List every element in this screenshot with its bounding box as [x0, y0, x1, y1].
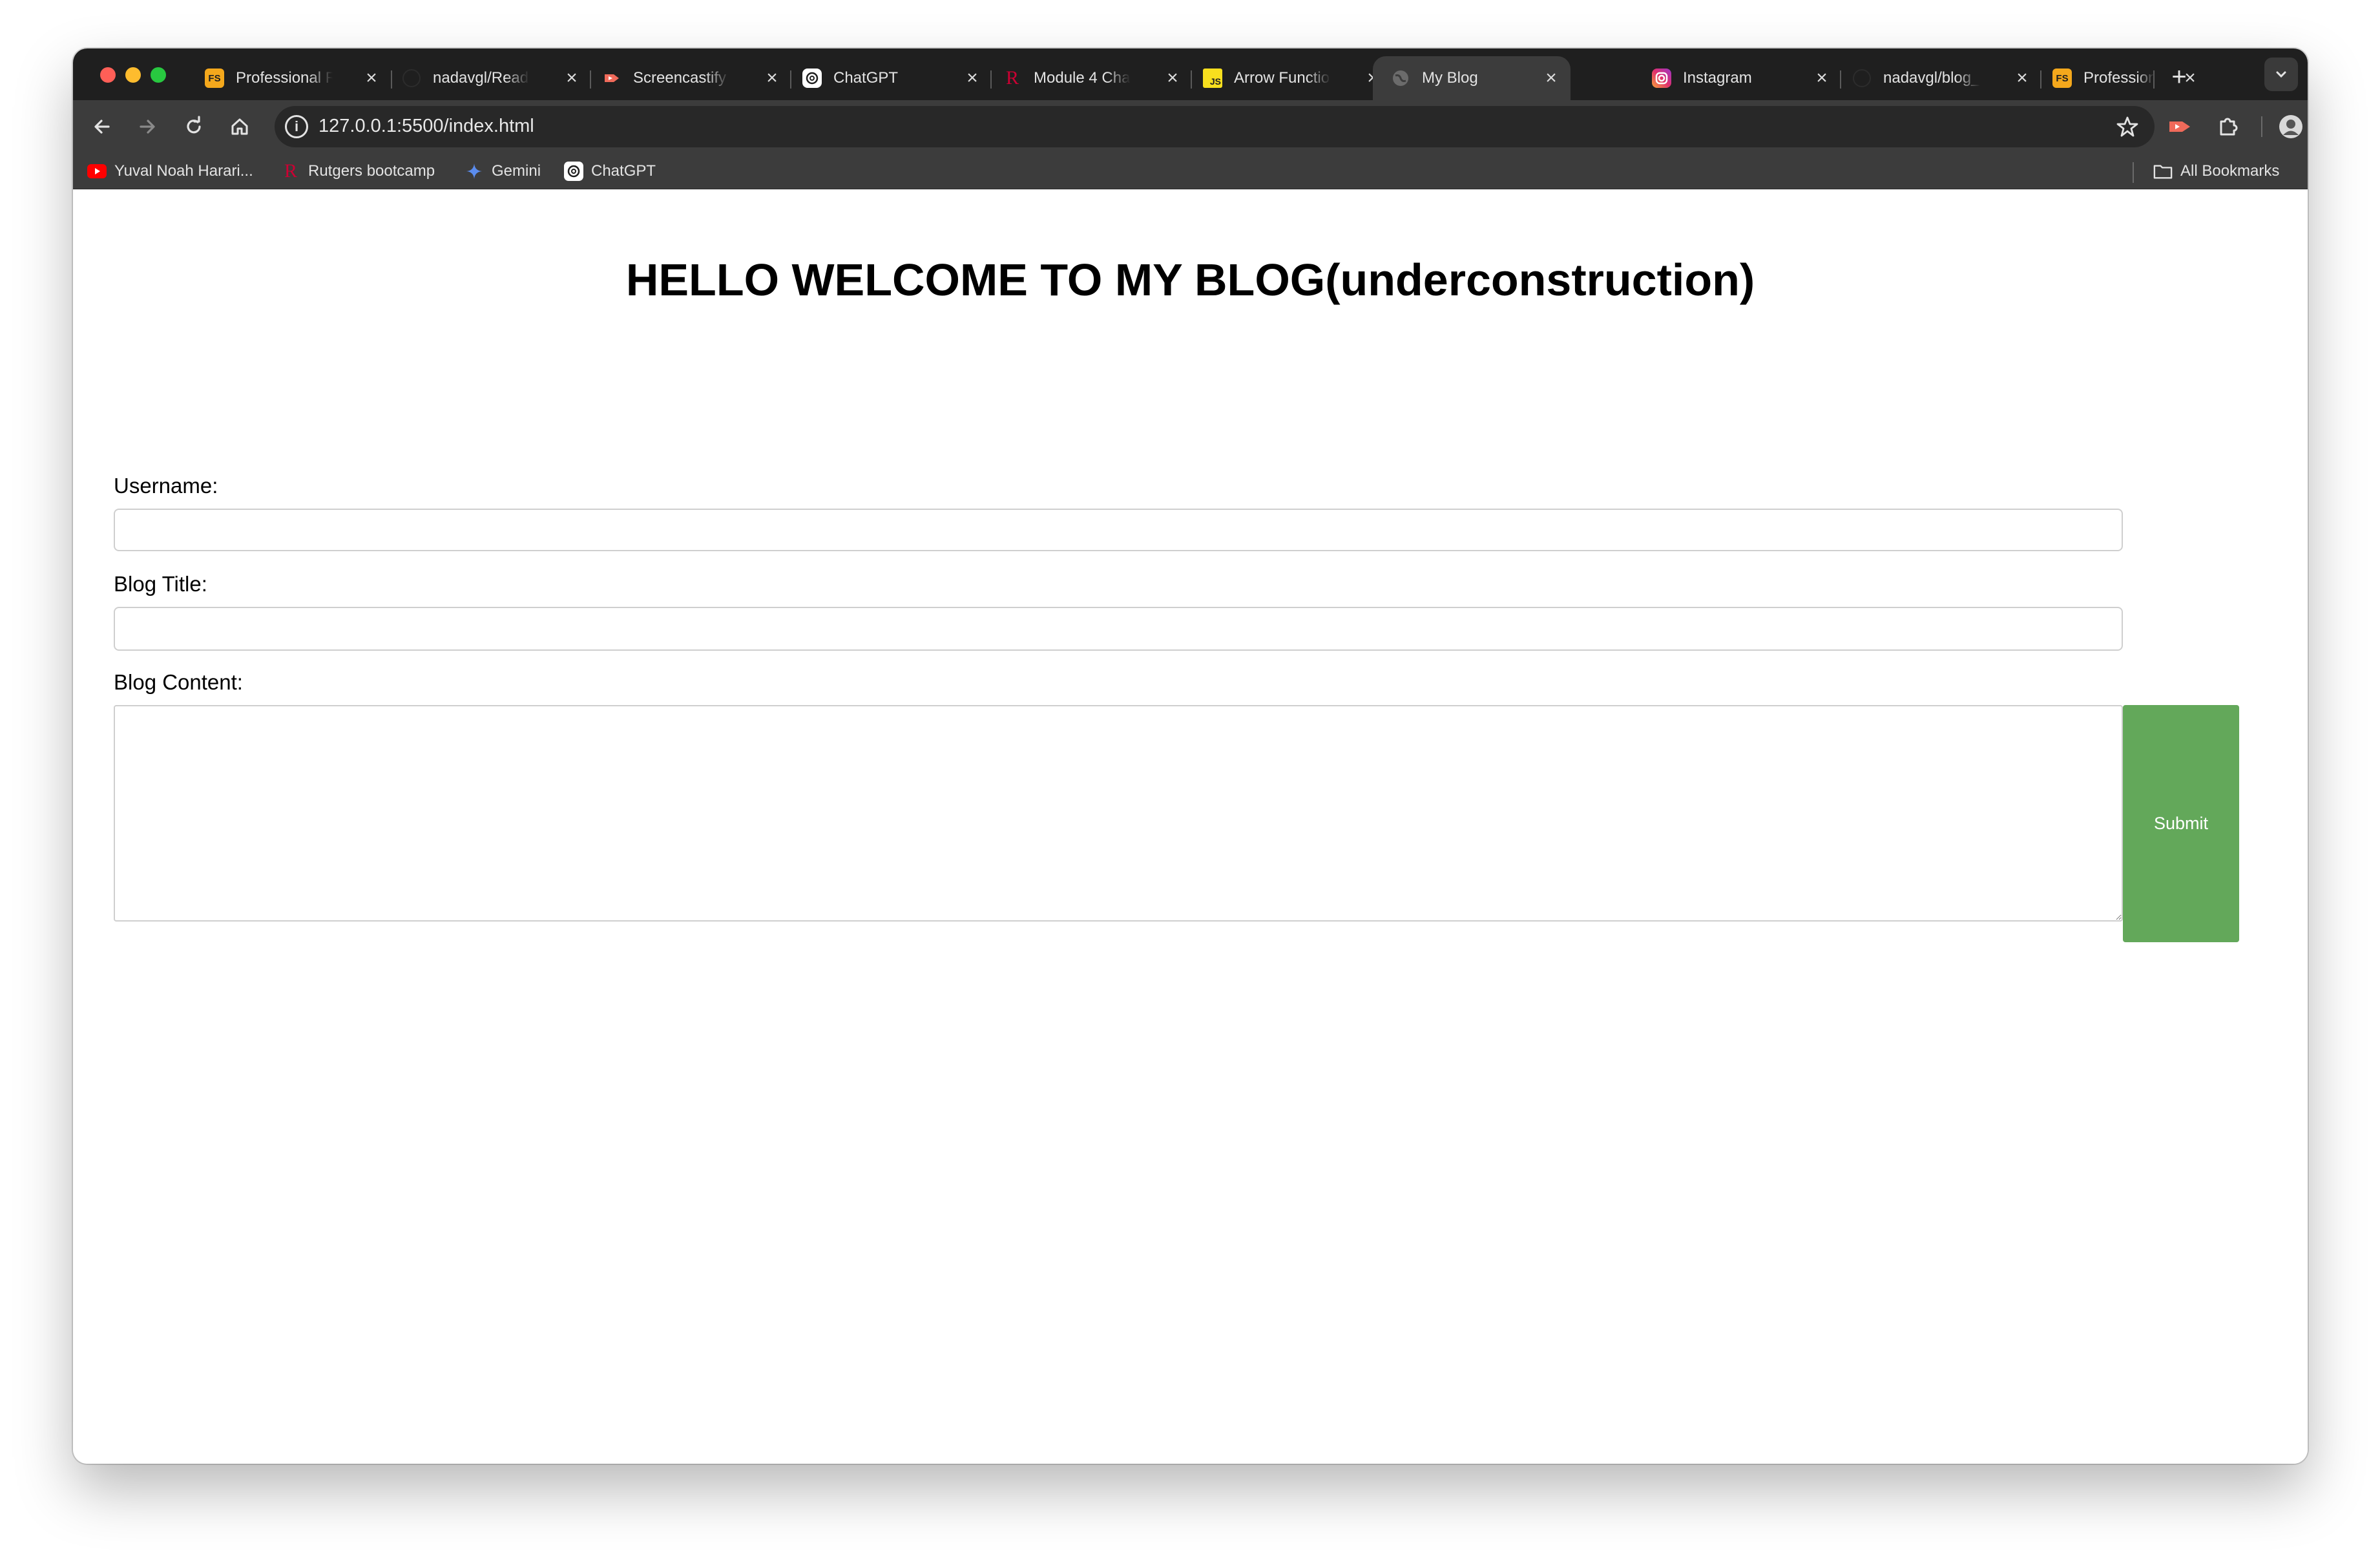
tab-close-icon[interactable]: × — [2013, 69, 2031, 88]
tab-close-icon[interactable]: × — [763, 69, 781, 88]
puzzle-icon — [2220, 118, 2238, 136]
tab-separator — [391, 70, 392, 89]
tab-screencastify[interactable]: Screencastify × — [593, 56, 790, 100]
bookmark-label: ChatGPT — [591, 162, 656, 180]
tab-separator — [590, 70, 591, 89]
submit-button[interactable]: Submit — [2123, 705, 2239, 942]
all-bookmarks-label: All Bookmarks — [2180, 162, 2280, 180]
tab-close-icon[interactable]: × — [1813, 69, 1831, 88]
star-icon[interactable] — [2116, 115, 2139, 142]
folder-icon — [2153, 162, 2173, 181]
tab-title: Arrow Functio — [1234, 69, 1330, 87]
tab-close-icon[interactable]: × — [1542, 69, 1560, 88]
avatar-icon — [2279, 115, 2302, 138]
tab-arrow-functions[interactable]: JS Arrow Functio × — [1194, 56, 1391, 100]
tab-separator — [2153, 70, 2155, 89]
screencastify-extension-button[interactable] — [2164, 111, 2196, 143]
page-content: HELLO WELCOME TO MY BLOG(underconstructi… — [73, 189, 2308, 1464]
extensions-button[interactable] — [2211, 111, 2244, 143]
info-icon[interactable]: i — [285, 115, 308, 138]
bookmark-label: Rutgers bootcamp — [308, 162, 435, 180]
blog-title-label: Blog Title: — [114, 572, 207, 596]
js-icon: JS — [1203, 69, 1222, 88]
reload-button[interactable] — [178, 111, 210, 143]
tab-search-button[interactable] — [2264, 58, 2298, 91]
arrow-right-icon — [140, 120, 155, 134]
blog-title-input[interactable] — [114, 607, 2123, 651]
home-button[interactable] — [224, 111, 256, 143]
minimize-window-button[interactable] — [125, 67, 141, 83]
tab-nadavgl-blog[interactable]: nadavgl/blog_ × — [1843, 56, 2040, 100]
tab-title: nadavgl/blog_ — [1883, 69, 1980, 87]
bookmarks-separator — [2133, 162, 2134, 183]
arrow-left-icon — [94, 120, 110, 134]
bookmark-rutgers-bootcamp[interactable]: R Rutgers bootcamp — [281, 160, 435, 182]
username-label: Username: — [114, 474, 218, 498]
bookmark-label: Yuval Noah Harari... — [114, 162, 253, 180]
all-bookmarks-button[interactable]: All Bookmarks — [2153, 161, 2279, 182]
rutgers-icon: R — [1005, 67, 1019, 89]
address-bar[interactable]: i 127.0.0.1:5500/index.html — [275, 106, 2155, 147]
tab-title: ChatGPT — [833, 69, 899, 87]
tab-strip: FS Professional R × nadavgl/Readme × Scr… — [73, 48, 2308, 100]
chatgpt-icon — [802, 69, 822, 88]
new-tab-button[interactable]: + — [2166, 64, 2192, 91]
tab-close-icon[interactable]: × — [563, 69, 581, 88]
tab-close-icon[interactable]: × — [963, 69, 981, 88]
tab-close-icon[interactable]: × — [1164, 69, 1182, 88]
rutgers-icon: R — [284, 160, 297, 182]
tab-instagram[interactable]: Instagram × — [1643, 56, 1840, 100]
tab-title: Professional R — [2083, 69, 2155, 87]
blog-content-label: Blog Content: — [114, 670, 243, 694]
tab-module-4[interactable]: R Module 4 Cha × — [994, 56, 1191, 100]
close-window-button[interactable] — [100, 67, 116, 83]
tab-title: Professional R — [236, 69, 333, 87]
tab-title: Module 4 Cha — [1034, 69, 1131, 87]
toolbar-separator — [2261, 116, 2262, 137]
tab-separator — [790, 70, 791, 89]
jetbrains-fs-icon: FS — [205, 69, 224, 88]
home-icon — [231, 118, 248, 135]
browser-toolbar: i 127.0.0.1:5500/index.html — [73, 100, 2308, 153]
gemini-icon — [465, 162, 484, 181]
tab-title: nadavgl/Readme — [433, 69, 530, 87]
youtube-icon — [87, 162, 107, 181]
bookmark-gemini[interactable]: Gemini — [465, 161, 541, 182]
bookmark-yuval-noah-harari[interactable]: Yuval Noah Harari... — [87, 161, 253, 182]
reload-icon — [187, 116, 201, 134]
jetbrains-fs-icon: FS — [2052, 69, 2072, 88]
blog-content-textarea[interactable] — [114, 705, 2123, 922]
tab-professional-r[interactable]: FS Professional R × — [196, 56, 390, 100]
maximize-window-button[interactable] — [151, 67, 166, 83]
browser-window: FS Professional R × nadavgl/Readme × Scr… — [73, 48, 2308, 1464]
instagram-icon — [1652, 69, 1671, 88]
tab-separator — [2040, 70, 2041, 89]
tab-title: Screencastify — [633, 69, 727, 87]
page-title: HELLO WELCOME TO MY BLOG(underconstructi… — [625, 255, 1755, 305]
chatgpt-icon — [564, 162, 583, 181]
globe-icon — [1391, 69, 1410, 88]
address-url: 127.0.0.1:5500/index.html — [318, 116, 534, 136]
tab-nadavgl-readme[interactable]: nadavgl/Readme × — [393, 56, 590, 100]
back-button[interactable] — [86, 111, 118, 143]
tab-title: My Blog — [1422, 69, 1478, 87]
forward-button[interactable] — [131, 111, 163, 143]
bookmark-chatgpt[interactable]: ChatGPT — [564, 161, 656, 182]
tab-separator — [1840, 70, 1841, 89]
screencastify-icon — [2169, 121, 2190, 132]
profile-button[interactable] — [2275, 111, 2307, 143]
tab-my-blog[interactable]: My Blog × — [1373, 56, 1571, 100]
github-icon — [1852, 69, 1872, 88]
tab-chatgpt[interactable]: ChatGPT × — [793, 56, 990, 100]
screencastify-icon — [602, 69, 621, 88]
tab-separator — [990, 70, 992, 89]
bookmark-label: Gemini — [492, 162, 541, 180]
tab-close-icon[interactable]: × — [362, 69, 381, 88]
tab-separator — [1191, 70, 1192, 89]
username-input[interactable] — [114, 509, 2123, 551]
github-icon — [402, 69, 421, 88]
tab-title: Instagram — [1683, 69, 1752, 87]
bookmarks-bar: Yuval Noah Harari... R Rutgers bootcamp … — [73, 153, 2308, 189]
chevron-down-icon — [2276, 71, 2286, 78]
